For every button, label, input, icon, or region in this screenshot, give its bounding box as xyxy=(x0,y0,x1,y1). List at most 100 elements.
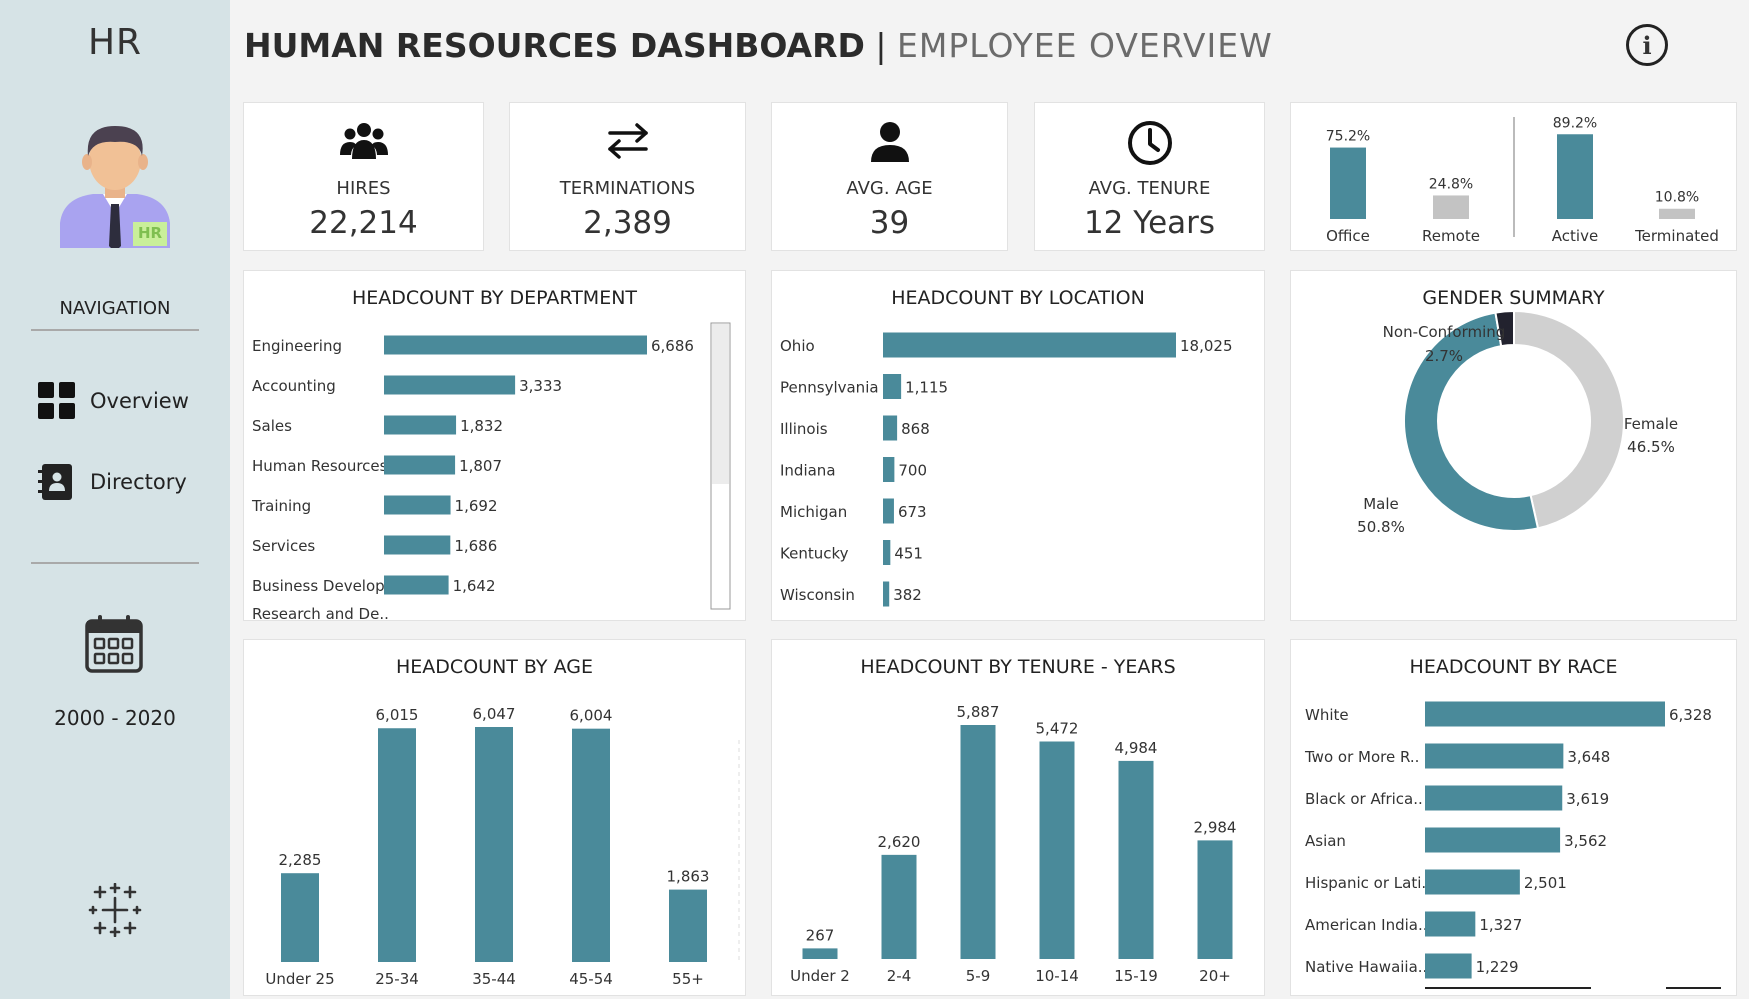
people-group-icon xyxy=(339,123,388,159)
race-category-label: Asian xyxy=(1305,832,1346,850)
calendar-icon[interactable] xyxy=(84,614,144,674)
gender-chart-title: GENDER SUMMARY xyxy=(1422,287,1605,309)
age-value-label: 6,004 xyxy=(570,707,613,725)
age-bar xyxy=(475,727,513,962)
swap-arrows-icon xyxy=(607,123,648,159)
race-value-label: 2,501 xyxy=(1524,874,1567,892)
work-location-bar xyxy=(1433,195,1469,219)
location-bar xyxy=(883,498,894,524)
age-value-label: 1,863 xyxy=(667,868,710,886)
race-value-label: 1,327 xyxy=(1479,916,1522,934)
kpi-avg-tenure-label: AVG. TENURE xyxy=(1088,178,1211,199)
department-bar xyxy=(384,575,449,595)
employment-status-value-label: 10.8% xyxy=(1655,190,1699,206)
work-location-value-label: 24.8% xyxy=(1429,176,1473,192)
location-bar xyxy=(883,457,895,482)
page-title-main: HUMAN RESOURCES DASHBOARD xyxy=(244,26,865,65)
kpi-avg-age: AVG. AGE 39 xyxy=(771,102,1008,251)
location-bar xyxy=(883,332,1176,358)
nav-divider-bottom xyxy=(31,562,199,564)
department-category-label: Engineering xyxy=(252,337,342,355)
nav-item-directory[interactable]: Directory xyxy=(38,461,187,503)
tenure-bar xyxy=(1118,760,1154,959)
location-bar xyxy=(883,374,902,399)
department-value-label: 1,832 xyxy=(460,417,503,435)
race-value-label: 6,328 xyxy=(1669,706,1712,724)
tenure-category-label: 5-9 xyxy=(966,967,991,985)
department-category-label: Training xyxy=(251,497,311,515)
age-category-label: 55+ xyxy=(672,970,704,988)
location-value-label: 700 xyxy=(898,462,927,480)
tenure-category-label: 2-4 xyxy=(887,967,912,985)
grid-icon xyxy=(38,382,75,419)
clock-icon xyxy=(1127,121,1172,165)
location-category-label: Kentucky xyxy=(780,545,849,563)
location-chart: Ohio 18,025 Pennsylvania 1,115 Illinois 868 In… xyxy=(780,332,1233,607)
age-bar xyxy=(281,873,319,962)
department-bar xyxy=(384,455,456,475)
age-category-label: 25-34 xyxy=(375,970,419,988)
panel-headcount-by-location: HEADCOUNT BY LOCATION Ohio 18,025 Pennsylv… xyxy=(771,270,1265,621)
tenure-value-label: 267 xyxy=(806,926,835,944)
panel-headcount-by-race: HEADCOUNT BY RACE White 6,328 Two or More … xyxy=(1290,639,1737,996)
employment-status-value-label: 89.2% xyxy=(1553,115,1597,131)
location-category-label: Indiana xyxy=(780,462,836,480)
age-chart-title: HEADCOUNT BY AGE xyxy=(396,656,593,678)
department-value-label: 1,807 xyxy=(459,457,502,475)
panel-headcount-by-age: HEADCOUNT BY AGE 2,285 Under 25 6,015 25-34… xyxy=(243,639,746,996)
age-value-label: 6,047 xyxy=(473,705,516,723)
location-category-label: Wisconsin xyxy=(780,586,855,604)
location-value-label: 673 xyxy=(898,503,927,521)
location-category-label: Illinois xyxy=(780,420,828,438)
department-value-label: 6,686 xyxy=(651,337,694,355)
gender-label-non-conforming-name: Non-Conforming xyxy=(1383,323,1506,341)
employment-status-category-label: Active xyxy=(1552,227,1598,245)
nav-divider-top xyxy=(31,329,199,331)
kpi-avg-tenure-value: 12 Years xyxy=(1083,205,1216,241)
tenure-bar xyxy=(1197,840,1233,959)
department-bar xyxy=(384,415,457,435)
tenure-bar xyxy=(960,725,996,959)
department-value-label: 1,692 xyxy=(455,497,498,515)
tenure-value-label: 2,620 xyxy=(878,833,921,851)
gender-label-female-value: 46.5% xyxy=(1627,438,1675,456)
tenure-chart: 267 Under 2 2,620 2-4 5,887 5-9 5,472 10-14 4,98… xyxy=(790,703,1237,985)
race-bar xyxy=(1425,827,1561,853)
gender-chart: Non-Conforming 2.7% Female 46.5% Male 50.8% xyxy=(1357,309,1678,536)
employment-status-bar xyxy=(1557,134,1593,219)
race-chart: White 6,328 Two or More R.. 3,648 Black or A… xyxy=(1304,701,1721,989)
age-category-label: Under 25 xyxy=(265,970,334,988)
location-value-label: 451 xyxy=(894,545,923,563)
department-partial-label: Research and De.. xyxy=(252,605,389,622)
date-range: 2000 - 2020 xyxy=(54,706,176,730)
work-location-category-label: Remote xyxy=(1422,227,1480,245)
page-title-separator: | xyxy=(875,26,887,65)
tenure-value-label: 4,984 xyxy=(1115,739,1158,757)
work-location-category-label: Office xyxy=(1326,227,1370,245)
age-chart: 2,285 Under 25 6,015 25-34 6,047 35-44 6,004 45… xyxy=(265,705,740,988)
work-location-value-label: 75.2% xyxy=(1326,129,1370,145)
panel-gender-summary: GENDER SUMMARY Non-Conforming 2.7% Female 4… xyxy=(1290,270,1737,621)
info-button[interactable]: i xyxy=(1626,24,1668,66)
gender-label-non-conforming-value: 2.7% xyxy=(1425,347,1463,365)
race-category-label: Hispanic or Lati.. xyxy=(1305,874,1431,892)
age-bar xyxy=(572,728,610,962)
race-category-label: American India.. xyxy=(1305,916,1428,934)
work-status-panel: 75.2% Office 24.8% Remote 89.2% Active 10.8% Te… xyxy=(1290,102,1737,251)
tenure-category-label: Under 2 xyxy=(790,967,850,985)
location-chart-title: HEADCOUNT BY LOCATION xyxy=(891,287,1145,309)
department-bar xyxy=(384,535,451,555)
tenure-category-label: 15-19 xyxy=(1114,967,1158,985)
tenure-value-label: 5,887 xyxy=(957,703,1000,721)
kpi-hires: HIRES 22,214 xyxy=(243,102,484,251)
tenure-value-label: 2,984 xyxy=(1194,818,1237,836)
person-icon xyxy=(870,122,909,162)
department-chart: Engineering 6,686 Accounting 3,333 Sales 1,83… xyxy=(251,322,731,623)
gender-label-male-value: 50.8% xyxy=(1357,518,1405,536)
department-category-label: Sales xyxy=(252,417,292,435)
nav-item-overview[interactable]: Overview xyxy=(38,380,189,422)
avatar-badge-text: HR xyxy=(137,224,163,242)
employment-status-bar xyxy=(1659,208,1695,219)
kpi-terminations: TERMINATIONS 2,389 xyxy=(509,102,746,251)
age-category-label: 35-44 xyxy=(472,970,516,988)
